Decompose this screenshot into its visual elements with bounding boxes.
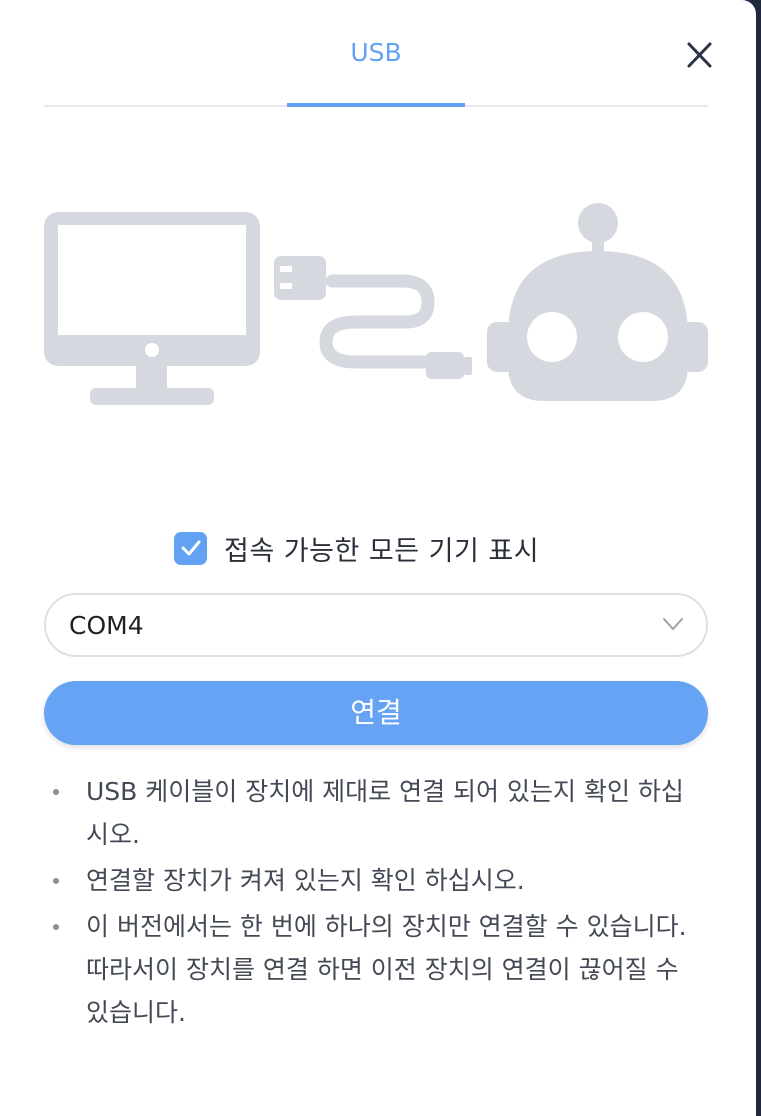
monitor-icon	[44, 212, 260, 405]
list-item: USB 케이블이 장치에 제대로 연결 되어 있는지 확인 하십시오.	[48, 770, 688, 856]
list-item: 연결할 장치가 켜져 있는지 확인 하십시오.	[48, 859, 688, 902]
robot-icon	[487, 203, 708, 401]
chevron-down-icon	[663, 618, 683, 630]
show-all-devices-toggle[interactable]: 접속 가능한 모든 기기 표시	[174, 530, 540, 567]
help-notes: USB 케이블이 장치에 제대로 연결 되어 있는지 확인 하십시오. 연결할 …	[48, 770, 688, 1037]
tab-usb[interactable]: USB	[287, 0, 465, 105]
close-button[interactable]	[682, 38, 716, 72]
connection-illustration	[44, 203, 708, 405]
checkmark-icon	[181, 540, 200, 556]
close-icon	[687, 42, 712, 68]
list-item: 이 버전에서는 한 번에 하나의 장치만 연결할 수 있습니다. 따라서이 장치…	[48, 905, 688, 1034]
show-all-devices-checkbox[interactable]	[174, 531, 207, 565]
port-select-value: COM4	[69, 611, 144, 640]
tab-active-indicator	[287, 103, 465, 107]
port-select[interactable]: COM4	[44, 593, 708, 657]
connect-button[interactable]: 연결	[44, 681, 708, 745]
show-all-devices-label: 접속 가능한 모든 기기 표시	[224, 535, 540, 567]
usb-cable-icon	[274, 256, 472, 379]
tab-bar: USB	[44, 0, 708, 107]
usb-connect-dialog: USB 접속 가능한 모든 기기 표시 COM4 연결 USB 케이블이 장치에…	[0, 0, 756, 1116]
